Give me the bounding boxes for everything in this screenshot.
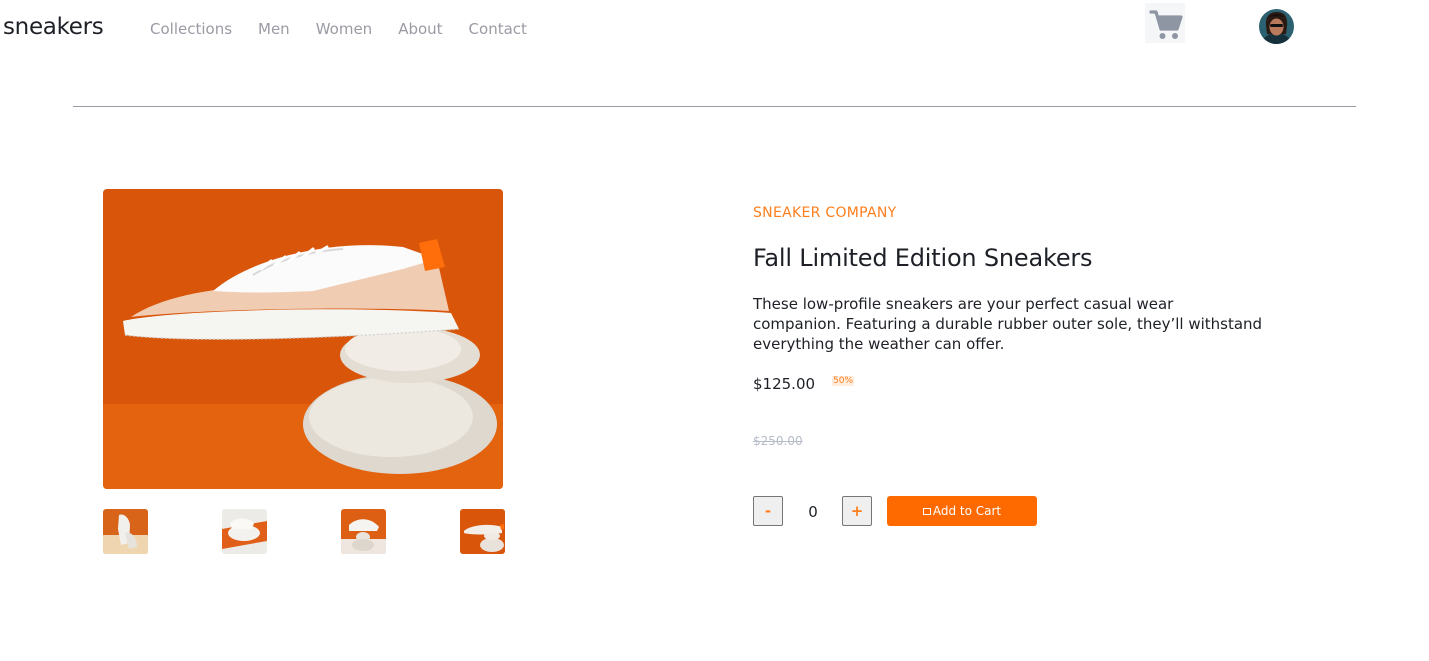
company-name: SNEAKER COMPANY [753,205,897,221]
nav-about[interactable]: About [398,20,442,38]
add-to-cart-label: Add to Cart [932,504,1002,518]
quantity-value: 0 [808,503,818,521]
avatar-icon [1259,9,1294,44]
current-price: $125.00 [753,375,816,393]
logo[interactable]: sneakers [3,14,104,40]
main-nav: Collections Men Women About Contact [150,20,553,38]
thumbnail-4[interactable] [460,509,505,554]
thumbnail-3[interactable] [341,509,386,554]
original-price: $250.00 [753,434,803,448]
site-header: sneakers Collections Men Women About Con… [0,0,1429,60]
thumbnail-2[interactable] [222,509,267,554]
nav-women[interactable]: Women [316,20,372,38]
decrease-quantity-button[interactable]: - [753,496,783,526]
user-avatar[interactable] [1259,9,1294,44]
nav-men[interactable]: Men [258,20,290,38]
cart-icon [1149,10,1183,39]
increase-quantity-button[interactable]: + [842,496,872,526]
thumbnail-1[interactable] [103,509,148,554]
discount-badge: 50% [832,376,855,386]
product-description: These low-profile sneakers are your perf… [753,295,1263,353]
add-to-cart-button[interactable]: Add to Cart [887,496,1037,526]
product-main-image[interactable] [103,189,503,489]
nav-contact[interactable]: Contact [469,20,527,38]
nav-collections[interactable]: Collections [150,20,232,38]
product-title: Fall Limited Edition Sneakers [753,244,1093,272]
cart-button[interactable] [1145,3,1185,43]
header-divider [73,106,1356,107]
cart-icon [922,507,931,515]
